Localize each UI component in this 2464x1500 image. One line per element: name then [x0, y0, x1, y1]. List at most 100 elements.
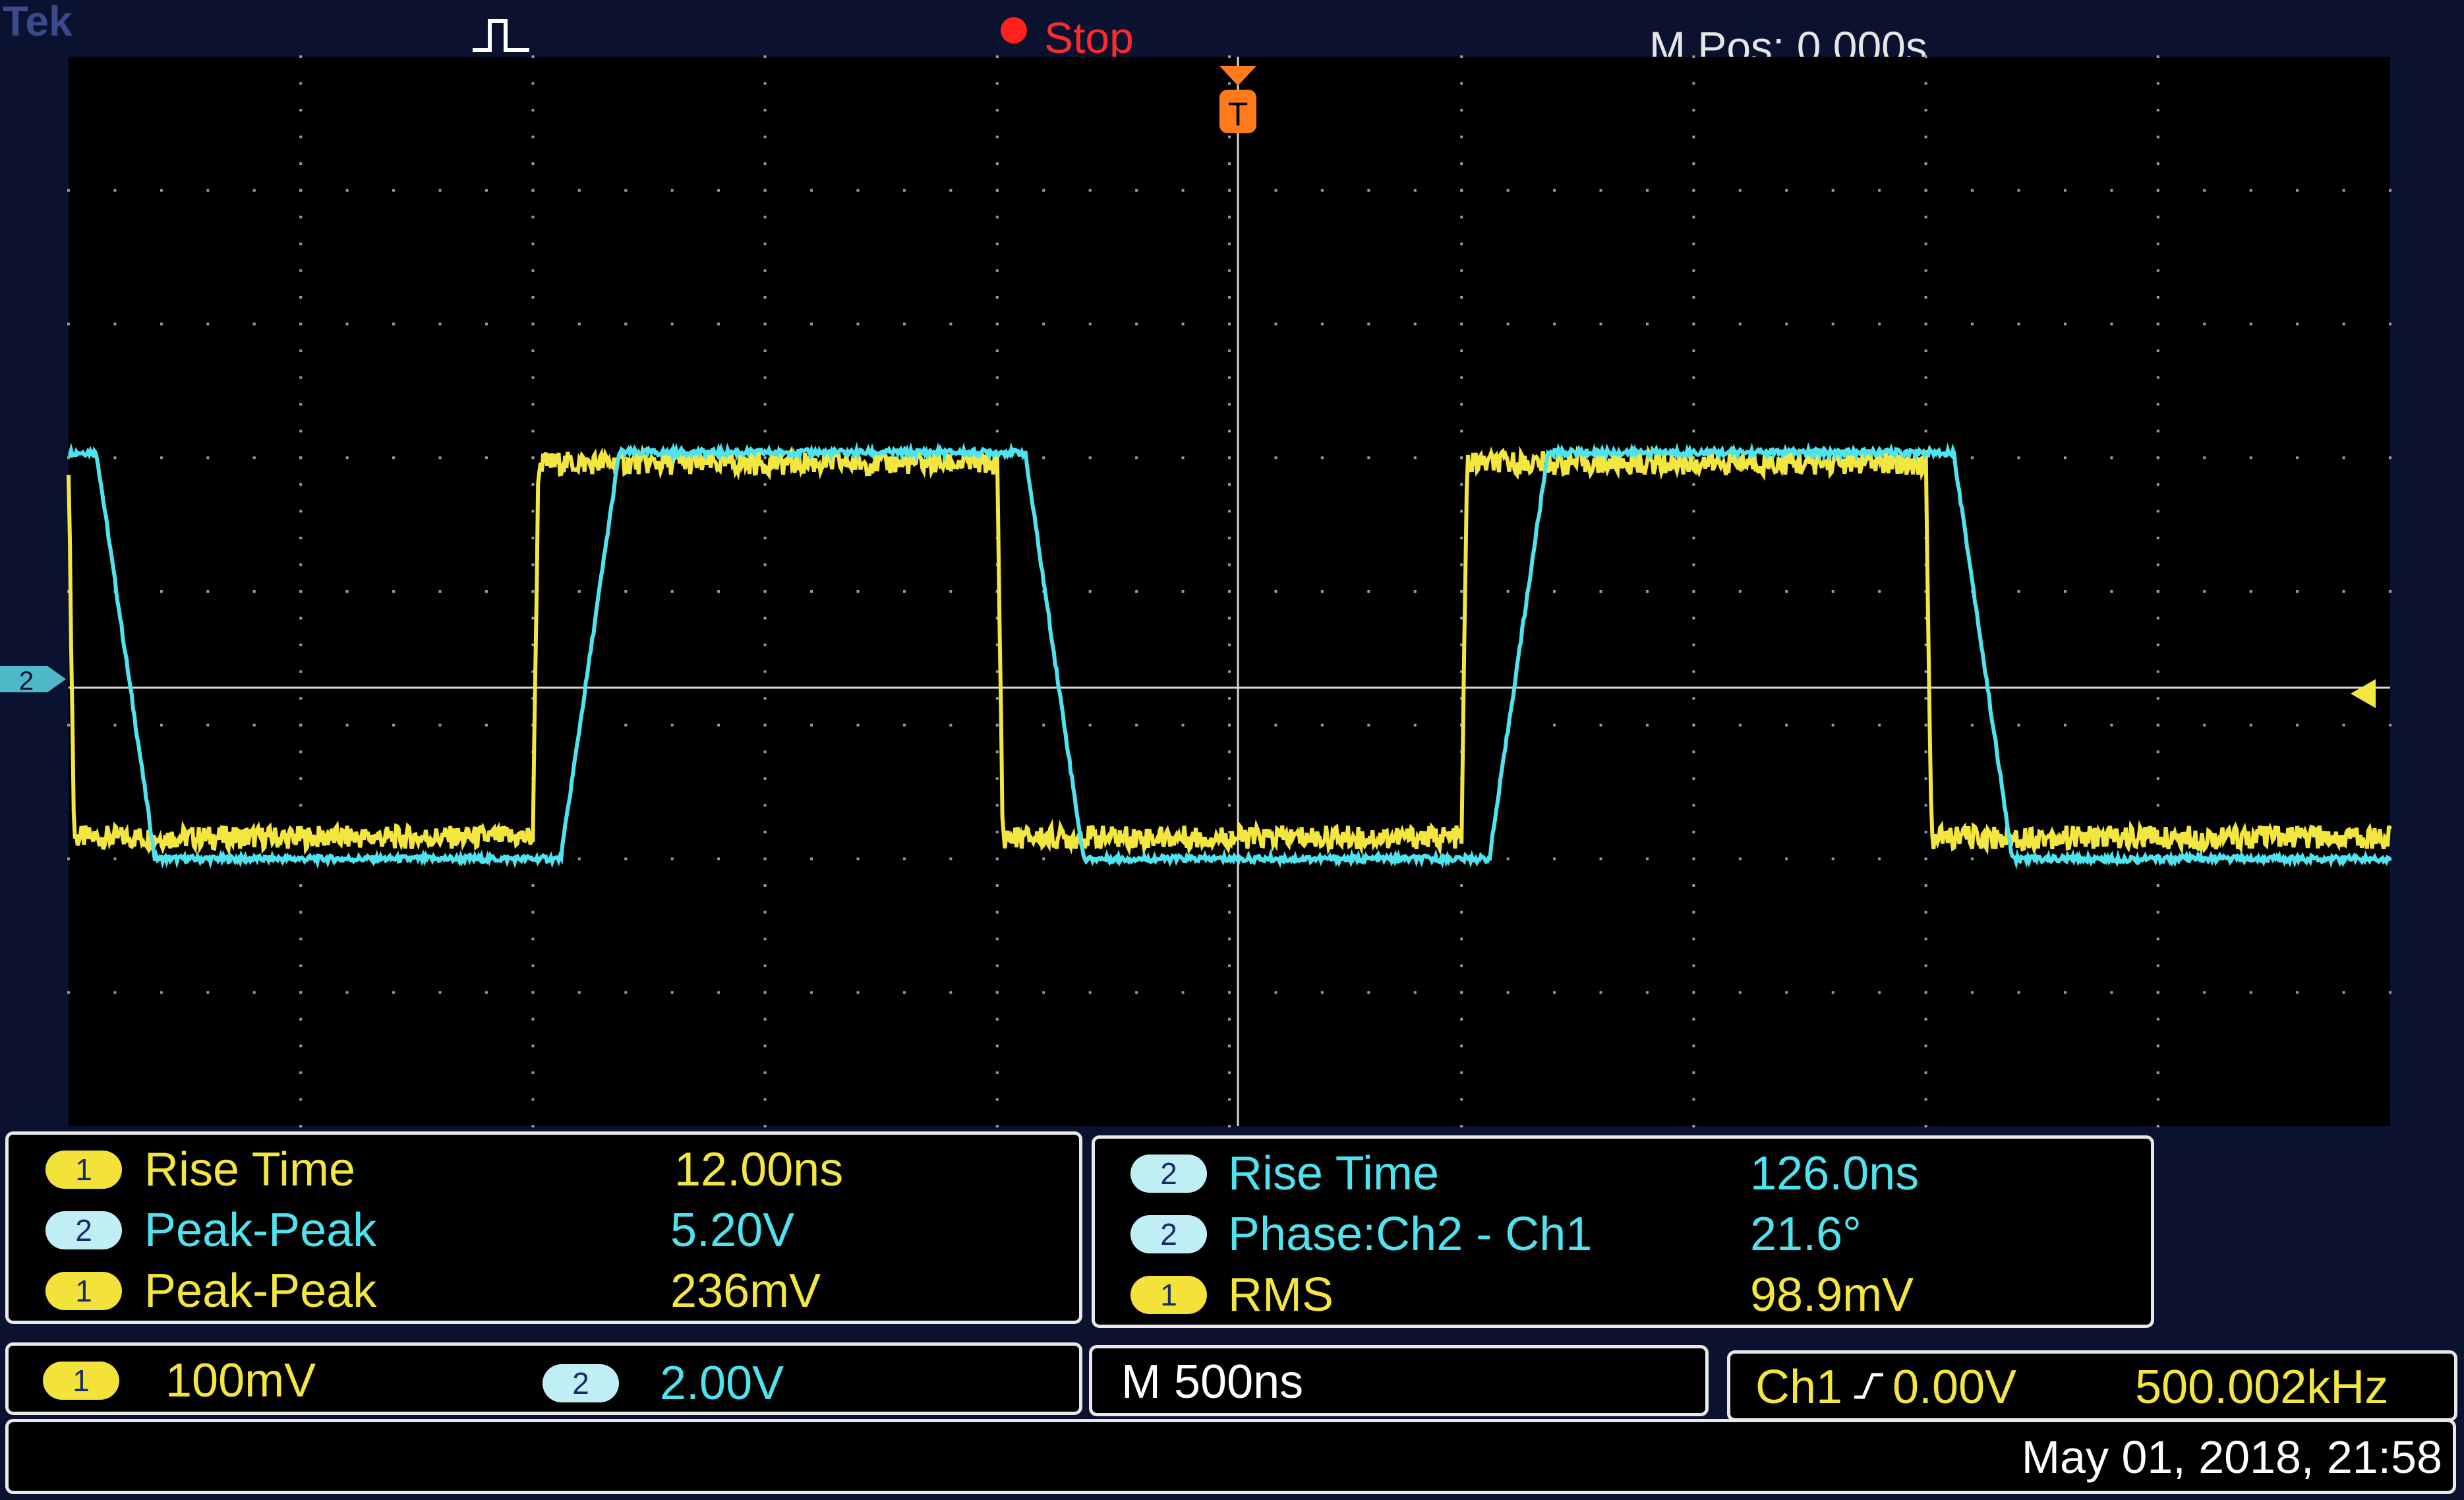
- grid-dot: [763, 563, 767, 566]
- grid-dot: [1367, 723, 1370, 727]
- grid-dot: [995, 376, 999, 379]
- grid-dot: [763, 322, 767, 326]
- grid-dot: [902, 857, 906, 860]
- grid-dot: [2156, 697, 2159, 700]
- grid-dot: [995, 830, 999, 833]
- grid-dot: [577, 857, 581, 860]
- measurement-row: 2 Rise Time 126.0ns: [1095, 1144, 2151, 1203]
- grid-dot: [531, 55, 535, 58]
- grid-dot: [1413, 723, 1417, 727]
- grid-dot: [1553, 723, 1556, 727]
- measurement-value: 21.6°: [1750, 1208, 1862, 1261]
- grid-dot: [763, 135, 767, 138]
- grid-dot: [1599, 590, 1602, 593]
- grid-dot: [1088, 322, 1092, 326]
- grid-dot: [2156, 723, 2159, 727]
- grid-dot: [1135, 590, 1138, 593]
- grid-dot: [206, 723, 210, 727]
- grid-dot: [531, 162, 535, 165]
- grid-dot: [299, 964, 303, 967]
- measurement-row: 1 RMS 98.9mV: [1095, 1265, 2151, 1325]
- grid-dot: [1320, 322, 1324, 326]
- grid-dot: [1692, 644, 1695, 647]
- grid-dot: [1181, 723, 1185, 727]
- grid-dot: [1088, 456, 1092, 460]
- grid-dot: [299, 162, 303, 165]
- grid-dot: [624, 189, 628, 192]
- grid-dot: [1320, 189, 1324, 192]
- grid-dot: [763, 1044, 767, 1048]
- grid-dot: [1228, 403, 1231, 406]
- grid-dot: [763, 55, 767, 58]
- grid-dot: [1460, 938, 1463, 941]
- grid-dot: [1460, 483, 1463, 486]
- grid-dot: [902, 590, 906, 593]
- grid-dot: [1692, 991, 1695, 994]
- grid-dot: [995, 670, 999, 673]
- measurement-label: Phase:Ch2 - Ch1: [1228, 1208, 1593, 1261]
- grid-dot: [1924, 723, 1927, 727]
- grid-dot: [1460, 376, 1463, 379]
- grid-dot: [1274, 991, 1277, 994]
- grid-dot: [531, 295, 535, 299]
- grid-dot: [531, 242, 535, 245]
- grid-dot: [1460, 616, 1463, 620]
- grid-dot: [299, 1098, 303, 1101]
- grid-dot: [160, 322, 163, 326]
- grid-dot: [299, 1017, 303, 1021]
- grid-dot: [206, 456, 210, 460]
- grid-dot: [1692, 269, 1695, 272]
- grid-dot: [1413, 991, 1417, 994]
- grid-dot: [1460, 911, 1463, 914]
- grid-dot: [717, 723, 720, 727]
- grid-dot: [995, 162, 999, 165]
- grid-dot: [810, 723, 813, 727]
- grid-dot: [995, 82, 999, 85]
- grid-dot: [1924, 162, 1927, 165]
- grid-dot: [1228, 884, 1231, 887]
- grid-dot: [1228, 590, 1231, 593]
- grid-dot: [252, 456, 256, 460]
- grid-dot: [2063, 991, 2067, 994]
- grid-dot: [1460, 1017, 1463, 1021]
- grid-dot: [299, 189, 303, 192]
- grid-dot: [1413, 590, 1417, 593]
- grid-dot: [1645, 322, 1649, 326]
- grid-dot: [1181, 991, 1185, 994]
- grid-dot: [67, 189, 70, 192]
- grid-dot: [484, 723, 488, 727]
- grid-dot: [717, 189, 720, 192]
- grid-dot: [1274, 456, 1277, 460]
- grid-dot: [113, 723, 117, 727]
- grid-dot: [299, 82, 303, 85]
- grid-dot: [1460, 295, 1463, 299]
- grid-dot: [1785, 857, 1788, 860]
- grid-dot: [670, 857, 674, 860]
- grid-dot: [252, 189, 256, 192]
- grid-dot: [995, 723, 999, 727]
- grid-dot: [113, 857, 117, 860]
- grid-dot: [763, 884, 767, 887]
- grid-dot: [392, 590, 396, 593]
- grid-dot: [1228, 349, 1231, 353]
- grid-dot: [1413, 322, 1417, 326]
- grid-dot: [2342, 723, 2345, 727]
- grid-dot: [299, 1071, 303, 1074]
- timebase-panel: M 500ns: [1089, 1345, 1709, 1416]
- grid-dot: [1692, 216, 1695, 219]
- measurement-row: 1 Peak-Peak 236mV: [9, 1261, 1079, 1321]
- grid-dot: [1924, 1017, 1927, 1021]
- grid-dot: [299, 349, 303, 353]
- grid-dot: [763, 590, 767, 593]
- grid-dot: [1367, 991, 1370, 994]
- grid-dot: [949, 322, 953, 326]
- grid-dot: [902, 991, 906, 994]
- grid-dot: [1645, 857, 1649, 860]
- grid-dot: [299, 536, 303, 539]
- channel-1-badge: 1: [1130, 1276, 1207, 1314]
- grid-dot: [2296, 991, 2299, 994]
- grid-dot: [531, 1125, 535, 1127]
- grid-dot: [717, 322, 720, 326]
- trigger-frequency: 500.002kHz: [2135, 1361, 2389, 1414]
- grid-dot: [1831, 857, 1834, 860]
